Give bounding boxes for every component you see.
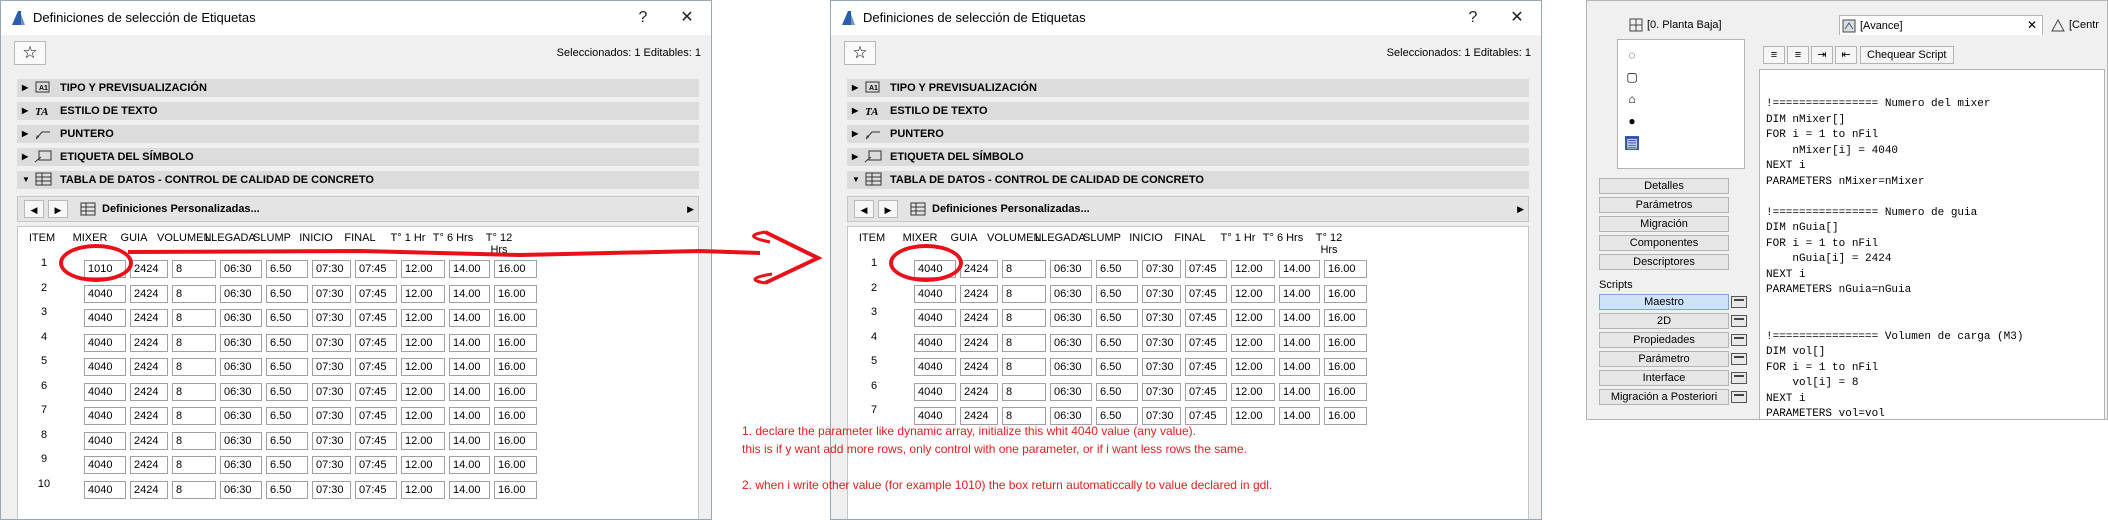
code-line: DIM nMixer[] bbox=[1766, 113, 1846, 126]
code-line: !================ Numero del mixer bbox=[1766, 98, 1991, 110]
scripts-label: Scripts bbox=[1599, 279, 1633, 291]
tab-label: [Avance] bbox=[1860, 20, 1903, 32]
details-button[interactable]: Detalles bbox=[1599, 178, 1729, 194]
code-line: NEXT i bbox=[1766, 392, 1806, 405]
migration-button[interactable]: Migración bbox=[1599, 216, 1729, 232]
annotation-notes: 1. declare the parameter like dynamic ar… bbox=[742, 422, 1272, 494]
open-window-icon[interactable] bbox=[1731, 372, 1747, 384]
annotation-line: 1. declare the parameter like dynamic ar… bbox=[742, 424, 1196, 438]
comment-icon[interactable]: ≡ bbox=[1763, 46, 1785, 64]
code-line: PARAMETERS nGuia=nGuia bbox=[1766, 284, 1912, 296]
annotation-line: 2. when i write other value (for example… bbox=[742, 478, 1273, 492]
tab-label: [0. Planta Baja] bbox=[1647, 19, 1722, 31]
script-type-icon[interactable]: ● bbox=[1625, 114, 1639, 128]
script-2d-button[interactable]: 2D bbox=[1599, 313, 1729, 329]
script-type-list: ◌ ▢ ⌂ ● ▤ bbox=[1617, 39, 1745, 169]
uncomment-icon[interactable]: ≡ bbox=[1787, 46, 1809, 64]
code-line: PARAMETERS vol=vol bbox=[1766, 408, 1885, 420]
open-window-icon[interactable] bbox=[1731, 334, 1747, 346]
components-button[interactable]: Componentes bbox=[1599, 235, 1729, 251]
open-window-icon[interactable] bbox=[1731, 391, 1747, 403]
code-line: !================ Volumen de carga (M3) bbox=[1766, 330, 2024, 343]
code-line: FOR i = 1 to nFil bbox=[1766, 129, 1879, 141]
script-type-icon[interactable]: ▢ bbox=[1625, 70, 1639, 84]
object-editor-icon bbox=[1842, 19, 1856, 33]
code-line: vol[i] = 8 bbox=[1766, 377, 1859, 389]
script-code-editor[interactable]: !================ Numero del mixer DIM nM… bbox=[1759, 69, 2105, 420]
annotation-line bbox=[742, 458, 1272, 476]
code-line: FOR i = 1 to nFil bbox=[1766, 237, 1879, 250]
code-line: FOR i = 1 to nFil bbox=[1766, 361, 1879, 374]
script-parameter-button[interactable]: Parámetro bbox=[1599, 351, 1729, 367]
plan-view-icon bbox=[1629, 18, 1643, 32]
script-migration-button[interactable]: Migración a Posteriori bbox=[1599, 389, 1729, 405]
code-line: nGuia[i] = 2424 bbox=[1766, 253, 1892, 265]
open-window-icon[interactable] bbox=[1731, 315, 1747, 327]
tab-close-icon[interactable]: ✕ bbox=[2027, 15, 2037, 35]
code-line: NEXT i bbox=[1766, 268, 1806, 281]
check-script-button[interactable]: Chequear Script bbox=[1860, 46, 1954, 64]
code-line: !================ Numero de guia bbox=[1766, 206, 1978, 219]
section-view-icon bbox=[2051, 18, 2065, 32]
code-line: DIM vol[] bbox=[1766, 346, 1826, 358]
script-properties-button[interactable]: Propiedades bbox=[1599, 332, 1729, 348]
code-line: DIM nGuia[] bbox=[1766, 222, 1839, 234]
script-type-icon[interactable]: ◌ bbox=[1625, 48, 1639, 62]
script-master-button[interactable]: Maestro bbox=[1599, 294, 1729, 310]
tab-centro[interactable]: [Centr bbox=[2049, 15, 2107, 35]
indent-icon[interactable]: ⇥ bbox=[1811, 46, 1833, 64]
code-line: PARAMETERS nMixer=nMixer bbox=[1766, 175, 1925, 188]
script-interface-button[interactable]: Interface bbox=[1599, 370, 1729, 386]
script-type-icon[interactable]: ⌂ bbox=[1625, 92, 1639, 106]
open-window-icon[interactable] bbox=[1731, 296, 1747, 308]
descriptors-button[interactable]: Descriptores bbox=[1599, 254, 1729, 270]
annotation-line: this is if y want add more rows, only co… bbox=[742, 442, 1247, 456]
code-line: NEXT i bbox=[1766, 160, 1806, 172]
parameters-button[interactable]: Parámetros bbox=[1599, 197, 1729, 213]
unindent-icon[interactable]: ⇤ bbox=[1835, 46, 1857, 64]
gdl-editor-panel: [0. Planta Baja] [Avance] ✕ [Centr ◌ ▢ ⌂… bbox=[1586, 0, 2108, 420]
tab-label: [Centr bbox=[2069, 19, 2099, 31]
tab-planta-baja[interactable]: [0. Planta Baja] bbox=[1627, 15, 1827, 35]
code-line: nMixer[i] = 4040 bbox=[1766, 144, 1899, 157]
tab-avance[interactable]: [Avance] bbox=[1839, 15, 2043, 35]
script-type-icon[interactable]: ▤ bbox=[1625, 136, 1639, 150]
open-window-icon[interactable] bbox=[1731, 353, 1747, 365]
